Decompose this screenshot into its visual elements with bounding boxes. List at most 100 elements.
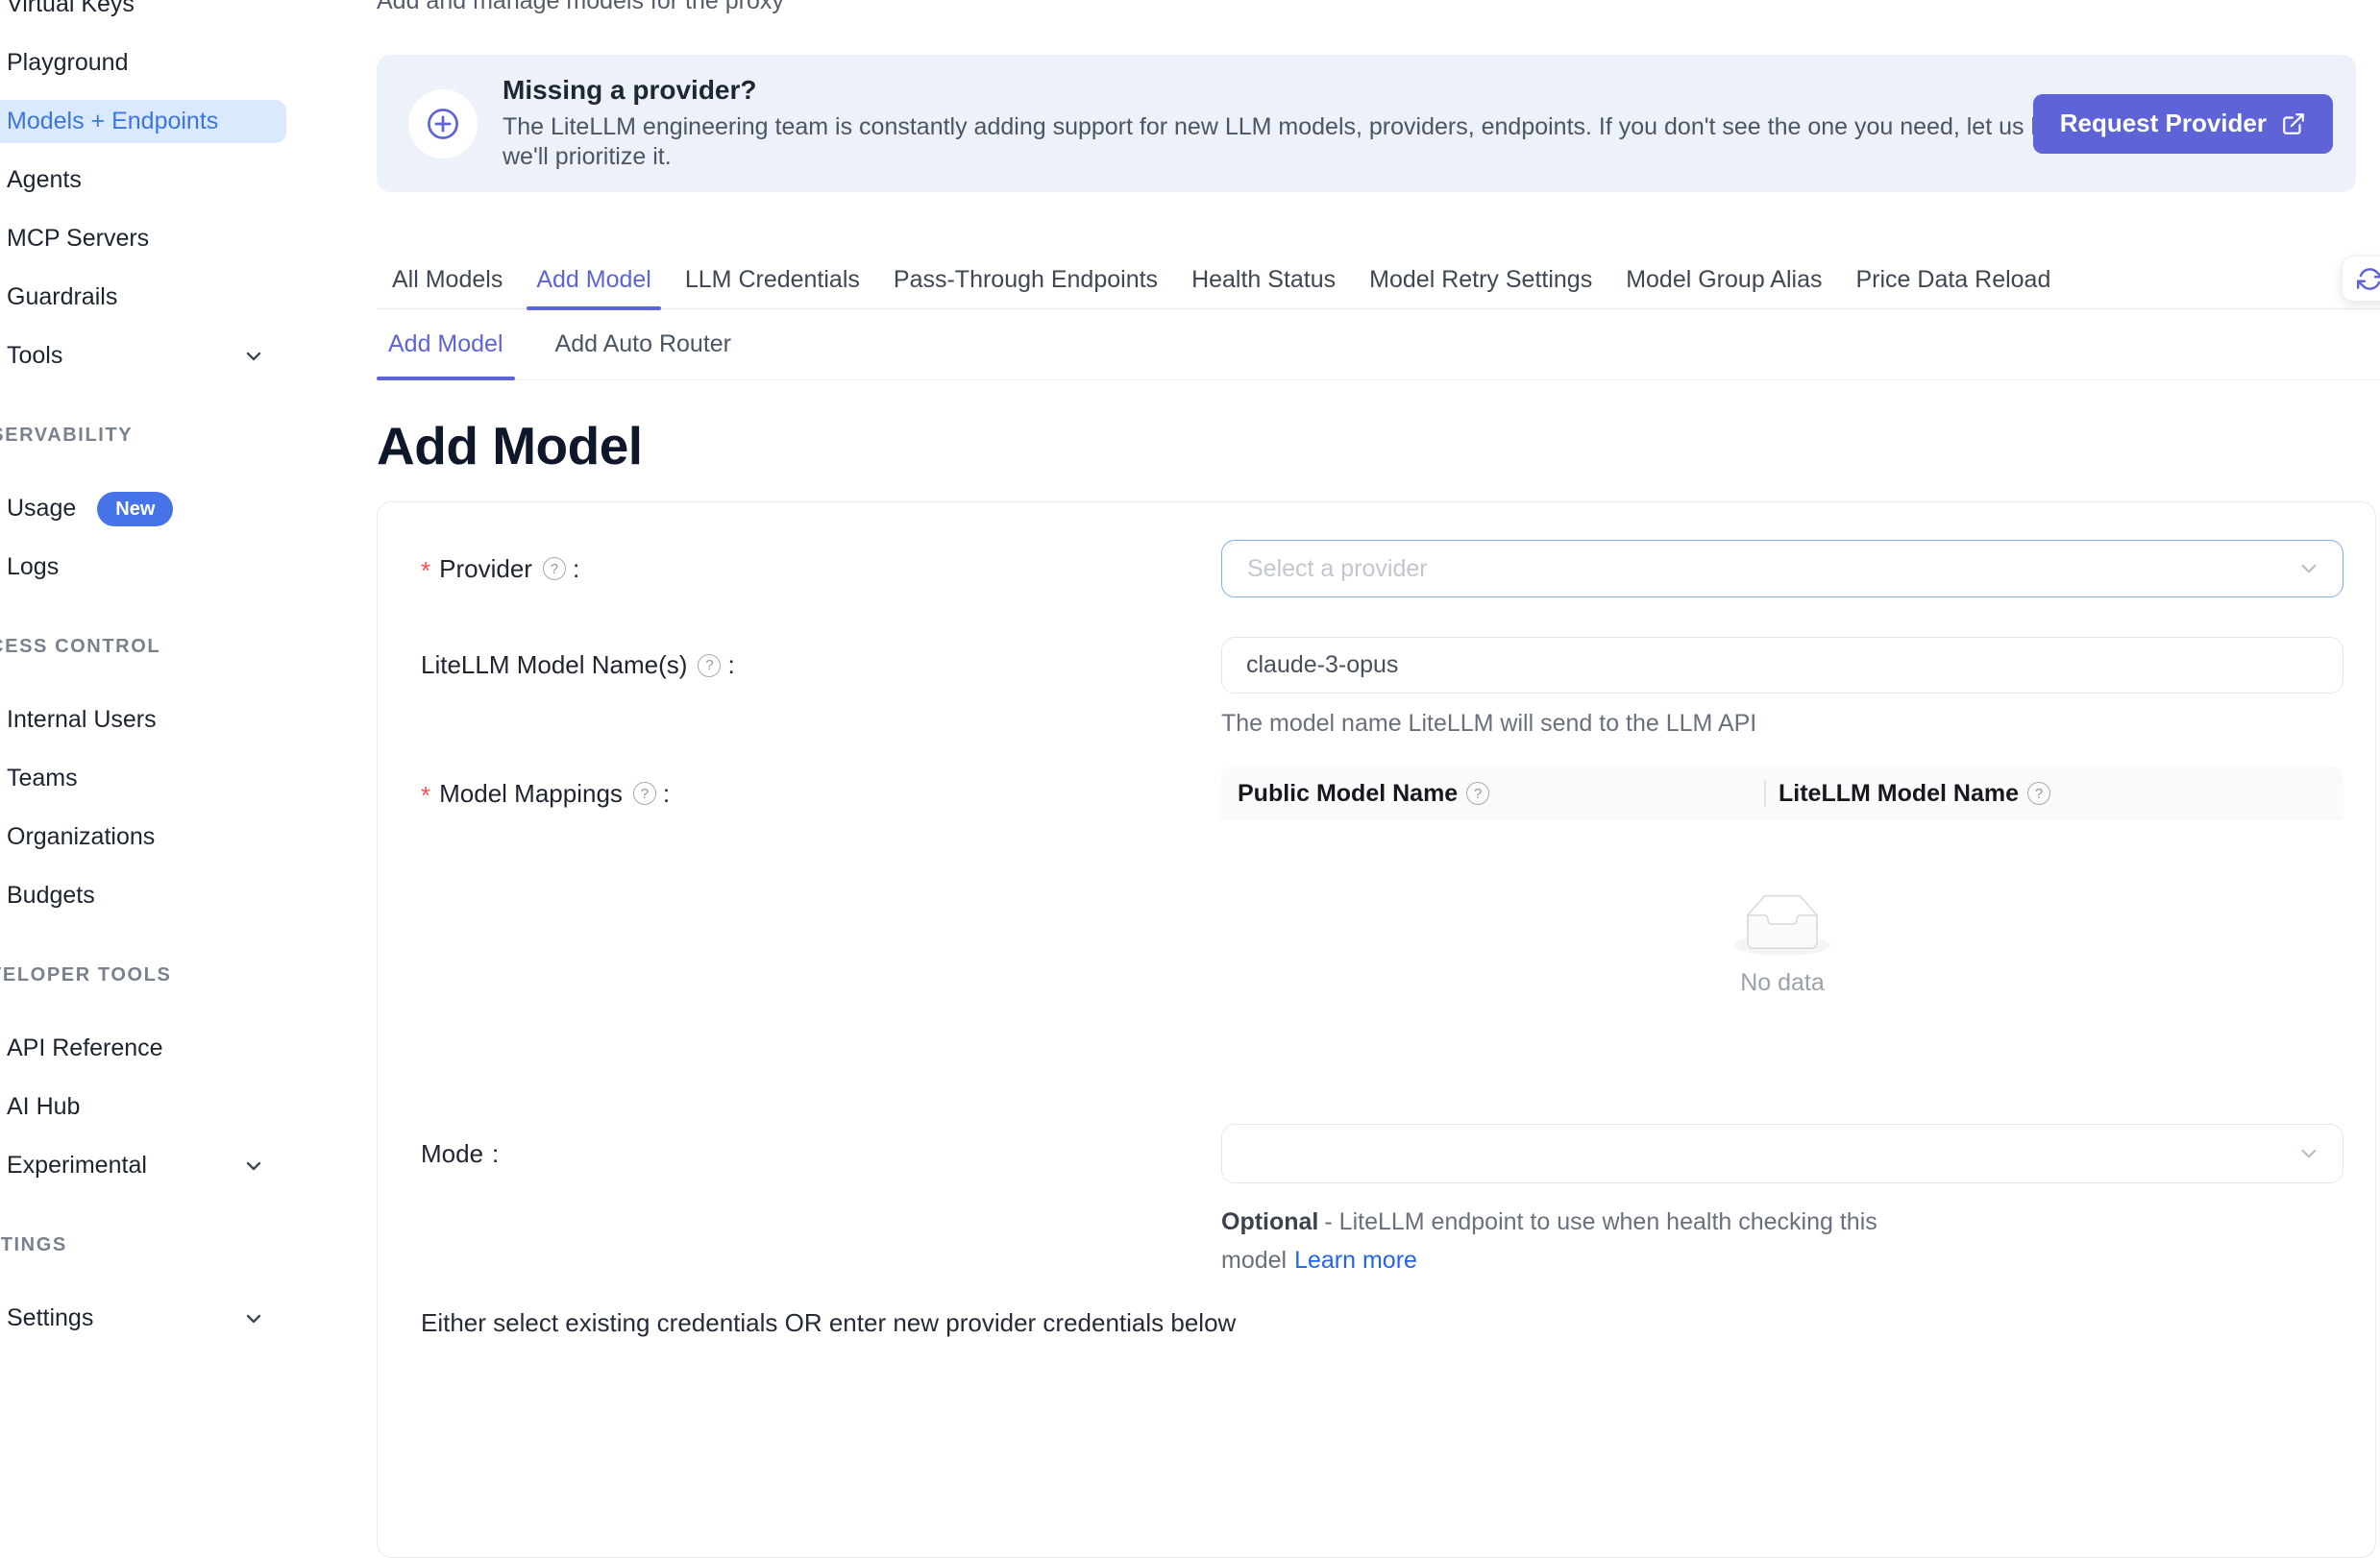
column-litellm-model-name: LiteLLM Model Name ?	[1764, 780, 2343, 808]
sidebar-item-ai-hub[interactable]: AI Hub	[0, 1078, 288, 1136]
sidebar-item-organizations[interactable]: Organizations	[0, 808, 288, 866]
request-provider-label: Request Provider	[2060, 109, 2267, 138]
chevron-down-icon	[242, 1307, 265, 1330]
sidebar-item-playground[interactable]: Playground	[0, 34, 288, 92]
chevron-down-icon	[242, 1155, 265, 1178]
credentials-note: Either select existing credentials OR en…	[421, 1308, 2342, 1338]
model-mappings-table-header: Public Model Name ? LiteLLM Model Name ?	[1221, 767, 2343, 820]
sidebar-item-label: AI Hub	[7, 1093, 80, 1121]
subtab-add-model[interactable]: Add Model	[377, 309, 515, 379]
refresh-icon	[2357, 266, 2380, 292]
sidebar-item-label: Agents	[7, 166, 82, 194]
empty-inbox-icon	[1734, 894, 1830, 956]
help-icon[interactable]: ?	[1466, 782, 1489, 805]
sidebar-item-label: Models + Endpoints	[7, 108, 218, 135]
tab-health-status[interactable]: Health Status	[1190, 251, 1337, 308]
sidebar-item-label: Internal Users	[7, 706, 157, 734]
sidebar-item-label: API Reference	[7, 1035, 163, 1062]
mode-row: Mode : Optional- LiteLLM endpoint to use…	[421, 1124, 2342, 1279]
tab-model-group-alias[interactable]: Model Group Alias	[1624, 251, 1824, 308]
external-link-icon	[2281, 111, 2306, 136]
chevron-down-icon	[2296, 1141, 2321, 1166]
sidebar-item-label: Guardrails	[7, 283, 117, 311]
help-icon[interactable]: ?	[543, 557, 566, 580]
sidebar-section-settings: SETTINGS	[0, 1218, 288, 1272]
learn-more-link[interactable]: Learn more	[1294, 1247, 1417, 1274]
model-mappings-row: * Model Mappings ? : Public Model Name ?…	[421, 767, 2342, 1070]
model-name-label: LiteLLM Model Name(s) ? :	[421, 637, 1221, 694]
sidebar-item-label: Experimental	[7, 1152, 147, 1180]
chevron-down-icon	[242, 345, 265, 368]
subtab-add-auto-router[interactable]: Add Auto Router	[544, 309, 743, 379]
sidebar: Virtual Keys Playground Models + Endpoin…	[0, 0, 288, 1330]
sidebar-item-usage[interactable]: Usage New	[0, 479, 288, 538]
sidebar-item-logs[interactable]: Logs	[0, 538, 288, 596]
sidebar-item-experimental[interactable]: Experimental	[0, 1136, 288, 1195]
tab-llm-credentials[interactable]: LLM Credentials	[683, 251, 862, 308]
tab-all-models[interactable]: All Models	[390, 251, 504, 308]
sidebar-item-label: MCP Servers	[7, 225, 149, 253]
sidebar-section-observability: OBSERVABILITY	[0, 408, 288, 462]
sidebar-section-access-control: ACCESS CONTROL	[0, 620, 288, 673]
required-mark: *	[421, 781, 430, 811]
sidebar-item-settings[interactable]: Settings	[0, 1289, 288, 1348]
column-public-model-name: Public Model Name ?	[1221, 780, 1764, 808]
sidebar-item-budgets[interactable]: Budgets	[0, 866, 288, 925]
banner-description-line1: The LiteLLM engineering team is constant…	[503, 112, 2010, 142]
sidebar-item-mcp-servers[interactable]: MCP Servers	[0, 209, 288, 268]
no-data-text: No data	[1740, 969, 1825, 997]
model-mappings-table: Public Model Name ? LiteLLM Model Name ?	[1221, 767, 2343, 1070]
tab-model-retry-settings[interactable]: Model Retry Settings	[1367, 251, 1594, 308]
sidebar-item-label: Virtual Keys	[7, 0, 135, 18]
mode-help-text: Optional- LiteLLM endpoint to use when h…	[1221, 1203, 2009, 1279]
tab-add-model[interactable]: Add Model	[534, 251, 653, 308]
sidebar-item-guardrails[interactable]: Guardrails	[0, 268, 288, 327]
model-name-row: LiteLLM Model Name(s) ? : The model name…	[421, 637, 2342, 738]
required-mark: *	[421, 556, 430, 586]
sidebar-item-label: Teams	[7, 765, 78, 792]
main-content: Add and manage models for the proxy Miss…	[377, 0, 2380, 1330]
help-icon[interactable]: ?	[698, 654, 721, 677]
add-model-subtabs: Add Model Add Auto Router	[377, 309, 2380, 380]
model-name-input[interactable]	[1221, 637, 2343, 694]
model-mappings-label: * Model Mappings ? :	[421, 767, 1221, 820]
sidebar-item-label: Organizations	[7, 823, 155, 851]
sidebar-item-api-reference[interactable]: API Reference	[0, 1019, 288, 1078]
sidebar-item-agents[interactable]: Agents	[0, 151, 288, 209]
chevron-down-icon	[2296, 556, 2321, 581]
page-subtitle: Add and manage models for the proxy	[377, 0, 784, 15]
model-name-help-text: The model name LiteLLM will send to the …	[1221, 710, 2343, 738]
models-tabs: All Models Add Model LLM Credentials Pas…	[377, 251, 2380, 309]
sidebar-item-label: Logs	[7, 553, 59, 581]
sidebar-item-label: Settings	[7, 1304, 93, 1332]
new-badge: New	[97, 492, 173, 526]
sidebar-item-label: Usage	[7, 495, 76, 523]
help-icon[interactable]: ?	[2027, 782, 2050, 805]
sidebar-item-models-endpoints[interactable]: Models + Endpoints	[0, 100, 286, 143]
banner-title: Missing a provider?	[503, 75, 2010, 106]
sidebar-item-label: Tools	[7, 342, 62, 370]
provider-row: * Provider ? : Select a provider	[421, 540, 2342, 597]
help-icon[interactable]: ?	[633, 782, 656, 805]
add-model-form-card: * Provider ? : Select a provider LiteLLM…	[377, 501, 2376, 1558]
provider-select[interactable]: Select a provider	[1221, 540, 2343, 597]
sidebar-item-internal-users[interactable]: Internal Users	[0, 691, 288, 749]
sidebar-item-label: Playground	[7, 49, 128, 77]
tab-price-data-reload[interactable]: Price Data Reload	[1853, 251, 2052, 308]
refresh-button[interactable]	[2342, 256, 2380, 302]
sidebar-item-teams[interactable]: Teams	[0, 749, 288, 808]
page-title: Add Model	[377, 415, 2380, 476]
mode-select[interactable]	[1221, 1124, 2343, 1183]
empty-state: No data	[1221, 820, 2343, 1070]
request-provider-button[interactable]: Request Provider	[2033, 94, 2333, 154]
sidebar-section-developer-tools: DEVELOPER TOOLS	[0, 948, 288, 1002]
banner-description-line2: we'll prioritize it.	[503, 142, 2010, 172]
tab-pass-through-endpoints[interactable]: Pass-Through Endpoints	[892, 251, 1160, 308]
missing-provider-banner: Missing a provider? The LiteLLM engineer…	[377, 55, 2356, 192]
sidebar-item-label: Budgets	[7, 882, 95, 910]
sidebar-item-tools[interactable]: Tools	[0, 327, 288, 385]
provider-label: * Provider ? :	[421, 540, 1221, 597]
mode-label: Mode :	[421, 1124, 1221, 1183]
plus-circle-icon	[408, 89, 478, 158]
sidebar-item-virtual-keys[interactable]: Virtual Keys	[0, 0, 288, 34]
